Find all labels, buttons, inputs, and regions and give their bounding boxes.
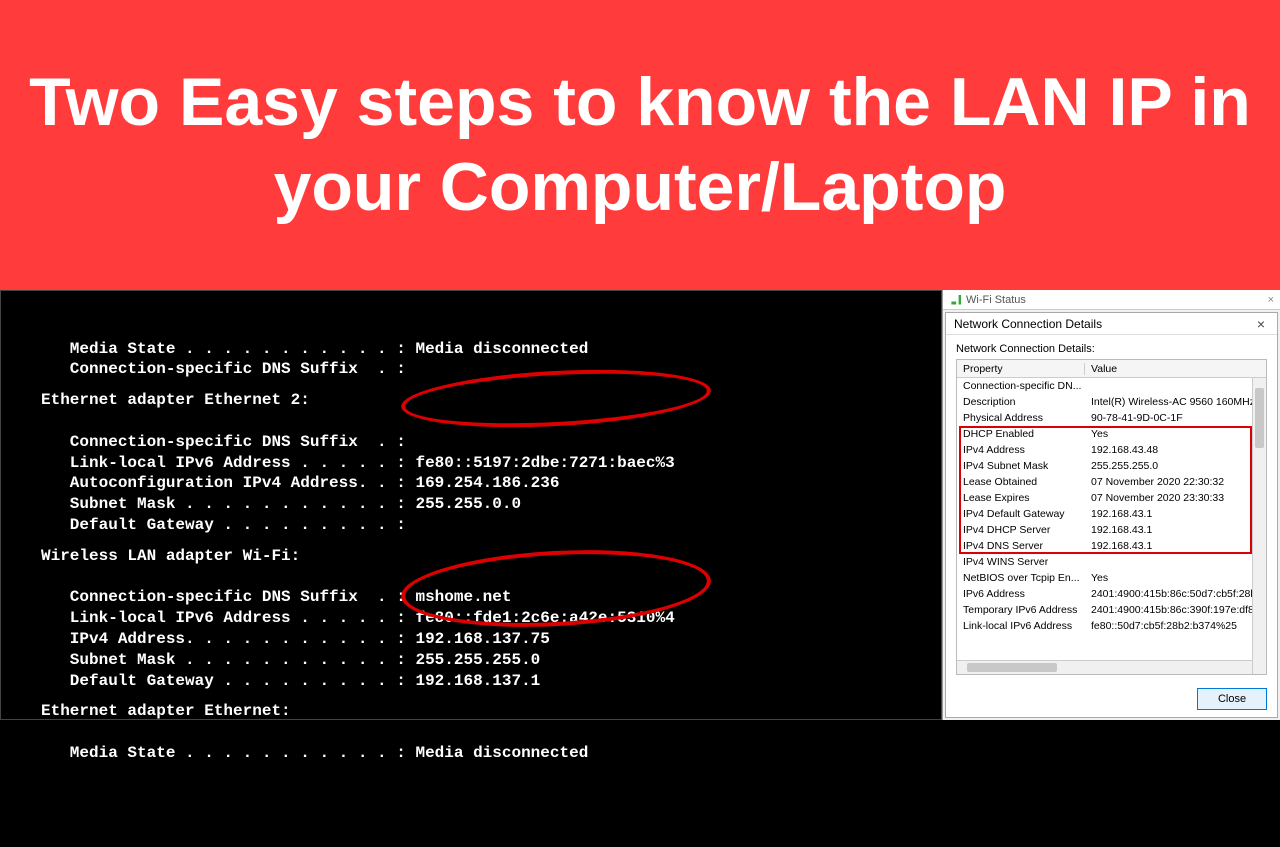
terminal-line: Subnet Mask . . . . . . . . . . . : 255.… [41,650,941,671]
table-row[interactable]: IPv4 Address192.168.43.48 [957,442,1266,458]
scrollbar-horizontal[interactable] [957,660,1252,674]
network-connection-details-dialog: Network Connection Details × Network Con… [945,312,1278,718]
property-cell: DHCP Enabled [957,428,1085,440]
terminal-line: Connection-specific DNS Suffix . : [41,359,941,380]
table-row[interactable]: DescriptionIntel(R) Wireless-AC 9560 160… [957,394,1266,410]
scrollbar-vertical[interactable] [1252,378,1266,674]
wifi-status-titlebar: Wi-Fi Status × [943,290,1280,310]
table-row[interactable]: IPv6 Address2401:4900:415b:86c:50d7:cb5f… [957,586,1266,602]
table-row[interactable]: Lease Obtained07 November 2020 22:30:32 [957,474,1266,490]
table-row[interactable]: Connection-specific DN... [957,378,1266,394]
table-row[interactable]: Physical Address90-78-41-9D-0C-1F [957,410,1266,426]
property-cell: IPv4 Default Gateway [957,508,1085,520]
value-cell: 192.168.43.1 [1085,508,1266,520]
terminal-line: IPv4 Address. . . . . . . . . . . : 192.… [41,629,941,650]
property-cell: Link-local IPv6 Address [957,620,1085,632]
ncd-body: Network Connection Details: Property Val… [946,335,1277,681]
value-cell: 07 November 2020 23:30:33 [1085,492,1266,504]
value-cell: 192.168.43.1 [1085,524,1266,536]
terminal-line: Media State . . . . . . . . . . . : Medi… [41,743,941,764]
terminal-line: Default Gateway . . . . . . . . . : 192.… [41,671,941,692]
property-cell: IPv4 DHCP Server [957,524,1085,536]
property-cell: Lease Expires [957,492,1085,504]
table-row[interactable]: NetBIOS over Tcpip En...Yes [957,570,1266,586]
close-button[interactable]: Close [1197,688,1267,710]
table-row[interactable]: IPv4 WINS Server [957,554,1266,570]
terminal-section-header: Ethernet adapter Ethernet: [41,701,941,722]
terminal-line: Media State . . . . . . . . . . . : Medi… [41,339,941,360]
ncd-title: Network Connection Details [954,317,1102,331]
ncd-titlebar: Network Connection Details × [946,313,1277,335]
terminal-section-header: Ethernet adapter Ethernet 2: [41,390,941,411]
property-cell: NetBIOS over Tcpip En... [957,572,1085,584]
value-cell: 90-78-41-9D-0C-1F [1085,412,1266,424]
value-cell: 192.168.43.48 [1085,444,1266,456]
value-cell: 2401:4900:415b:86c:50d7:cb5f:28b2 [1085,588,1266,600]
table-row[interactable]: Link-local IPv6 Addressfe80::50d7:cb5f:2… [957,618,1266,634]
property-cell: Description [957,396,1085,408]
terminal-line: Connection-specific DNS Suffix . : mshom… [41,587,941,608]
wifi-status-title: Wi-Fi Status [966,294,1026,306]
col-property[interactable]: Property [957,363,1085,375]
property-cell: IPv4 Address [957,444,1085,456]
property-cell: IPv4 Subnet Mask [957,460,1085,472]
value-cell: Yes [1085,572,1266,584]
terminal-line: Connection-specific DNS Suffix . : [41,432,941,453]
property-cell: Lease Obtained [957,476,1085,488]
ncd-grid[interactable]: Property Value Connection-specific DN...… [956,359,1267,675]
value-cell: 2401:4900:415b:86c:390f:197e:df88: [1085,604,1266,616]
title-banner: Two Easy steps to know the LAN IP in you… [0,0,1280,290]
terminal-line: Default Gateway . . . . . . . . . : [41,515,941,536]
table-row[interactable]: IPv4 Default Gateway192.168.43.1 [957,506,1266,522]
value-cell: Yes [1085,428,1266,440]
property-cell: IPv4 DNS Server [957,540,1085,552]
value-cell: Intel(R) Wireless-AC 9560 160MHz [1085,396,1266,408]
cmd-terminal[interactable]: Media State . . . . . . . . . . . : Medi… [0,290,942,720]
property-cell: IPv6 Address [957,588,1085,600]
table-row[interactable]: Temporary IPv6 Address2401:4900:415b:86c… [957,602,1266,618]
ncd-label: Network Connection Details: [956,343,1267,355]
terminal-line: Link-local IPv6 Address . . . . . : fe80… [41,453,941,474]
right-panel: Wi-Fi Status × Network Connection Detail… [942,290,1280,720]
wifi-signal-icon [949,295,961,305]
terminal-line: Autoconfiguration IPv4 Address. . : 169.… [41,473,941,494]
value-cell: fe80::50d7:cb5f:28b2:b374%25 [1085,620,1266,632]
ncd-footer: Close [946,681,1277,717]
terminal-line: Link-local IPv6 Address . . . . . : fe80… [41,608,941,629]
terminal-line: Subnet Mask . . . . . . . . . . . : 255.… [41,494,941,515]
table-row[interactable]: IPv4 Subnet Mask255.255.255.0 [957,458,1266,474]
banner-title: Two Easy steps to know the LAN IP in you… [20,60,1260,230]
close-icon[interactable]: × [1253,316,1269,332]
property-cell: IPv4 WINS Server [957,556,1085,568]
terminal-section-header: Wireless LAN adapter Wi-Fi: [41,546,941,567]
content-area: Media State . . . . . . . . . . . : Medi… [0,290,1280,720]
property-cell: Connection-specific DN... [957,380,1085,392]
value-cell: 255.255.255.0 [1085,460,1266,472]
value-cell: 192.168.43.1 [1085,540,1266,552]
ncd-grid-header: Property Value [957,360,1266,378]
close-icon[interactable]: × [1268,294,1274,306]
property-cell: Physical Address [957,412,1085,424]
table-row[interactable]: IPv4 DNS Server192.168.43.1 [957,538,1266,554]
value-cell: 07 November 2020 22:30:32 [1085,476,1266,488]
table-row[interactable]: Lease Expires07 November 2020 23:30:33 [957,490,1266,506]
table-row[interactable]: DHCP EnabledYes [957,426,1266,442]
property-cell: Temporary IPv6 Address [957,604,1085,616]
col-value[interactable]: Value [1085,363,1266,375]
table-row[interactable]: IPv4 DHCP Server192.168.43.1 [957,522,1266,538]
